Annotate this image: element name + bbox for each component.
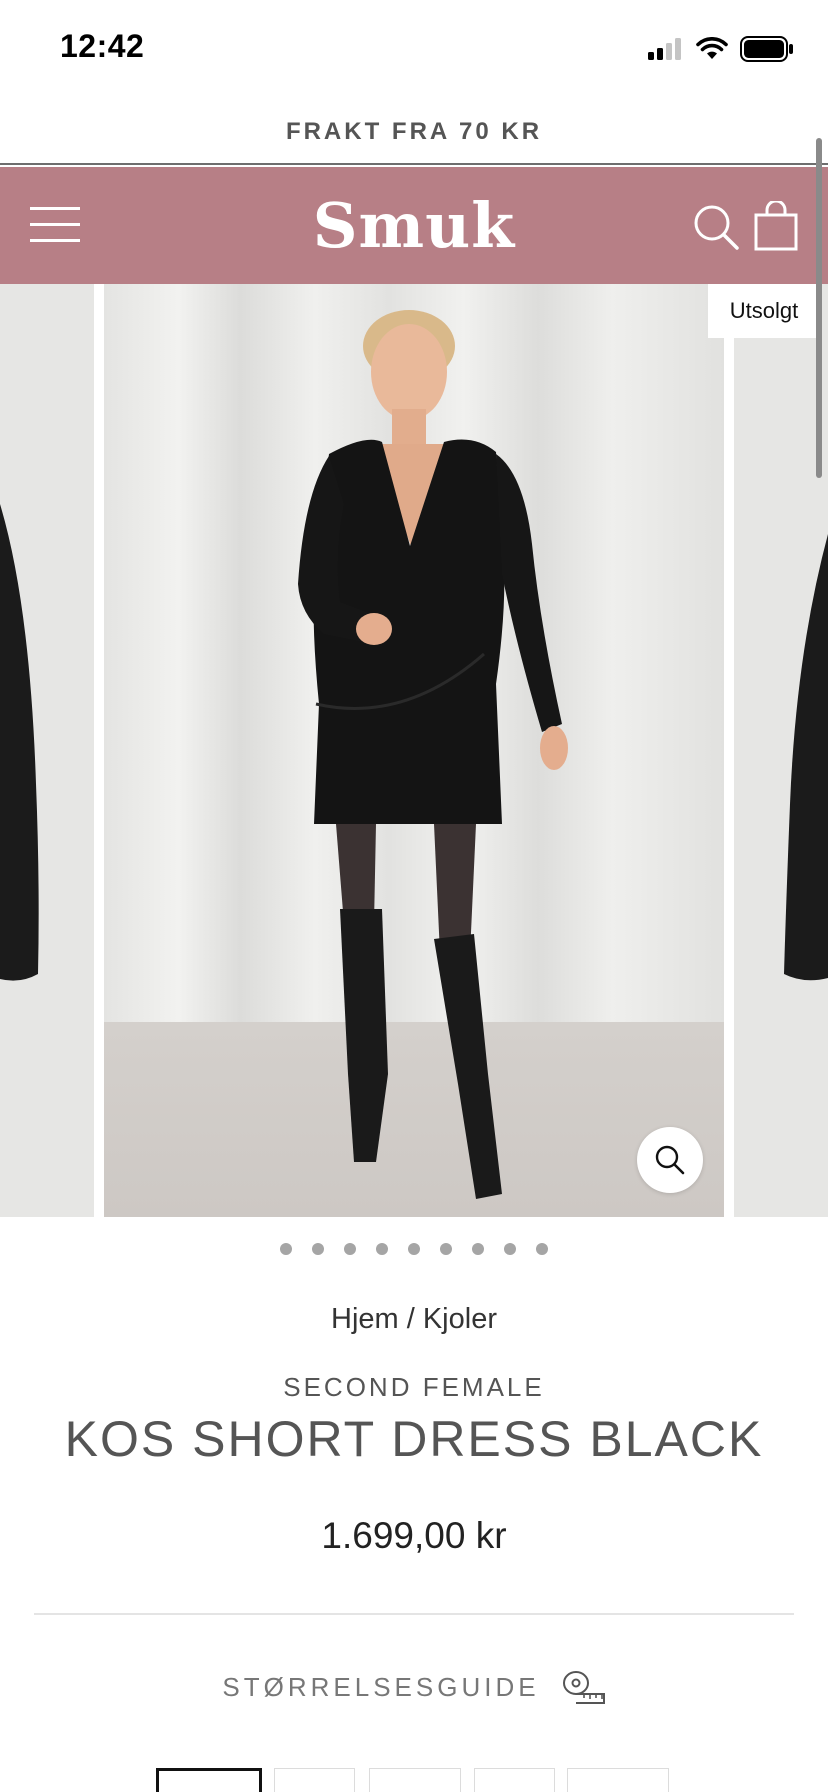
previous-dress-image [0,504,39,981]
gallery-dot[interactable] [312,1243,324,1255]
size-selector [0,1768,828,1792]
gallery-dot[interactable] [344,1243,356,1255]
gallery-dot[interactable] [440,1243,452,1255]
page-scrollbar[interactable] [816,138,822,478]
gallery-dot[interactable] [376,1243,388,1255]
battery-icon [740,36,793,62]
site-header: Smuk [0,167,828,284]
gallery-dot[interactable] [504,1243,516,1255]
gallery-dot[interactable] [280,1243,292,1255]
product-image-gallery[interactable]: Utsolgt [0,284,828,1217]
zoom-button[interactable] [637,1127,703,1193]
gallery-dot[interactable] [472,1243,484,1255]
gallery-slide-next[interactable] [734,284,828,1217]
size-option[interactable] [274,1768,355,1792]
status-bar: 12:42 [0,0,828,100]
gallery-dot[interactable] [408,1243,420,1255]
wifi-icon [696,37,728,59]
sold-out-badge: Utsolgt [708,284,820,338]
measuring-tape-icon [562,1671,605,1704]
shipping-promo-text: FRAKT FRA 70 KR [285,117,543,145]
size-option[interactable] [567,1768,669,1792]
divider [34,1613,794,1615]
product-price: 1.699,00 kr [321,1515,507,1556]
size-option[interactable] [156,1768,262,1792]
cellular-signal-icon [648,38,681,60]
shipping-promo-bar: FRAKT FRA 70 KR [0,100,828,165]
size-guide-link[interactable]: STØRRELSESGUIDE [0,1670,828,1704]
breadcrumb-category-link[interactable]: Kjoler [423,1303,497,1335]
breadcrumb-separator: / [398,1303,423,1335]
size-guide-label: STØRRELSESGUIDE [222,1671,540,1702]
size-option[interactable] [369,1768,461,1792]
gallery-pagination-dots [0,1243,828,1255]
status-time: 12:42 [60,28,145,64]
size-option[interactable] [474,1768,555,1792]
breadcrumb-home-link[interactable]: Hjem [331,1303,399,1335]
status-icons [648,36,794,62]
breadcrumb: Hjem / Kjoler [0,1303,828,1336]
gallery-slide-main[interactable] [104,284,724,1217]
product-title: KOS SHORT DRESS BLACK [64,1411,764,1467]
product-vendor[interactable]: SECOND FEMALE [0,1372,828,1403]
next-dress-image [784,534,828,981]
gallery-slide-previous[interactable] [0,284,94,1217]
gallery-dot[interactable] [536,1243,548,1255]
zoom-icon [655,1145,685,1175]
search-icon[interactable] [692,203,740,251]
shopping-bag-icon[interactable] [754,201,798,251]
product-photo-model [298,310,568,1199]
